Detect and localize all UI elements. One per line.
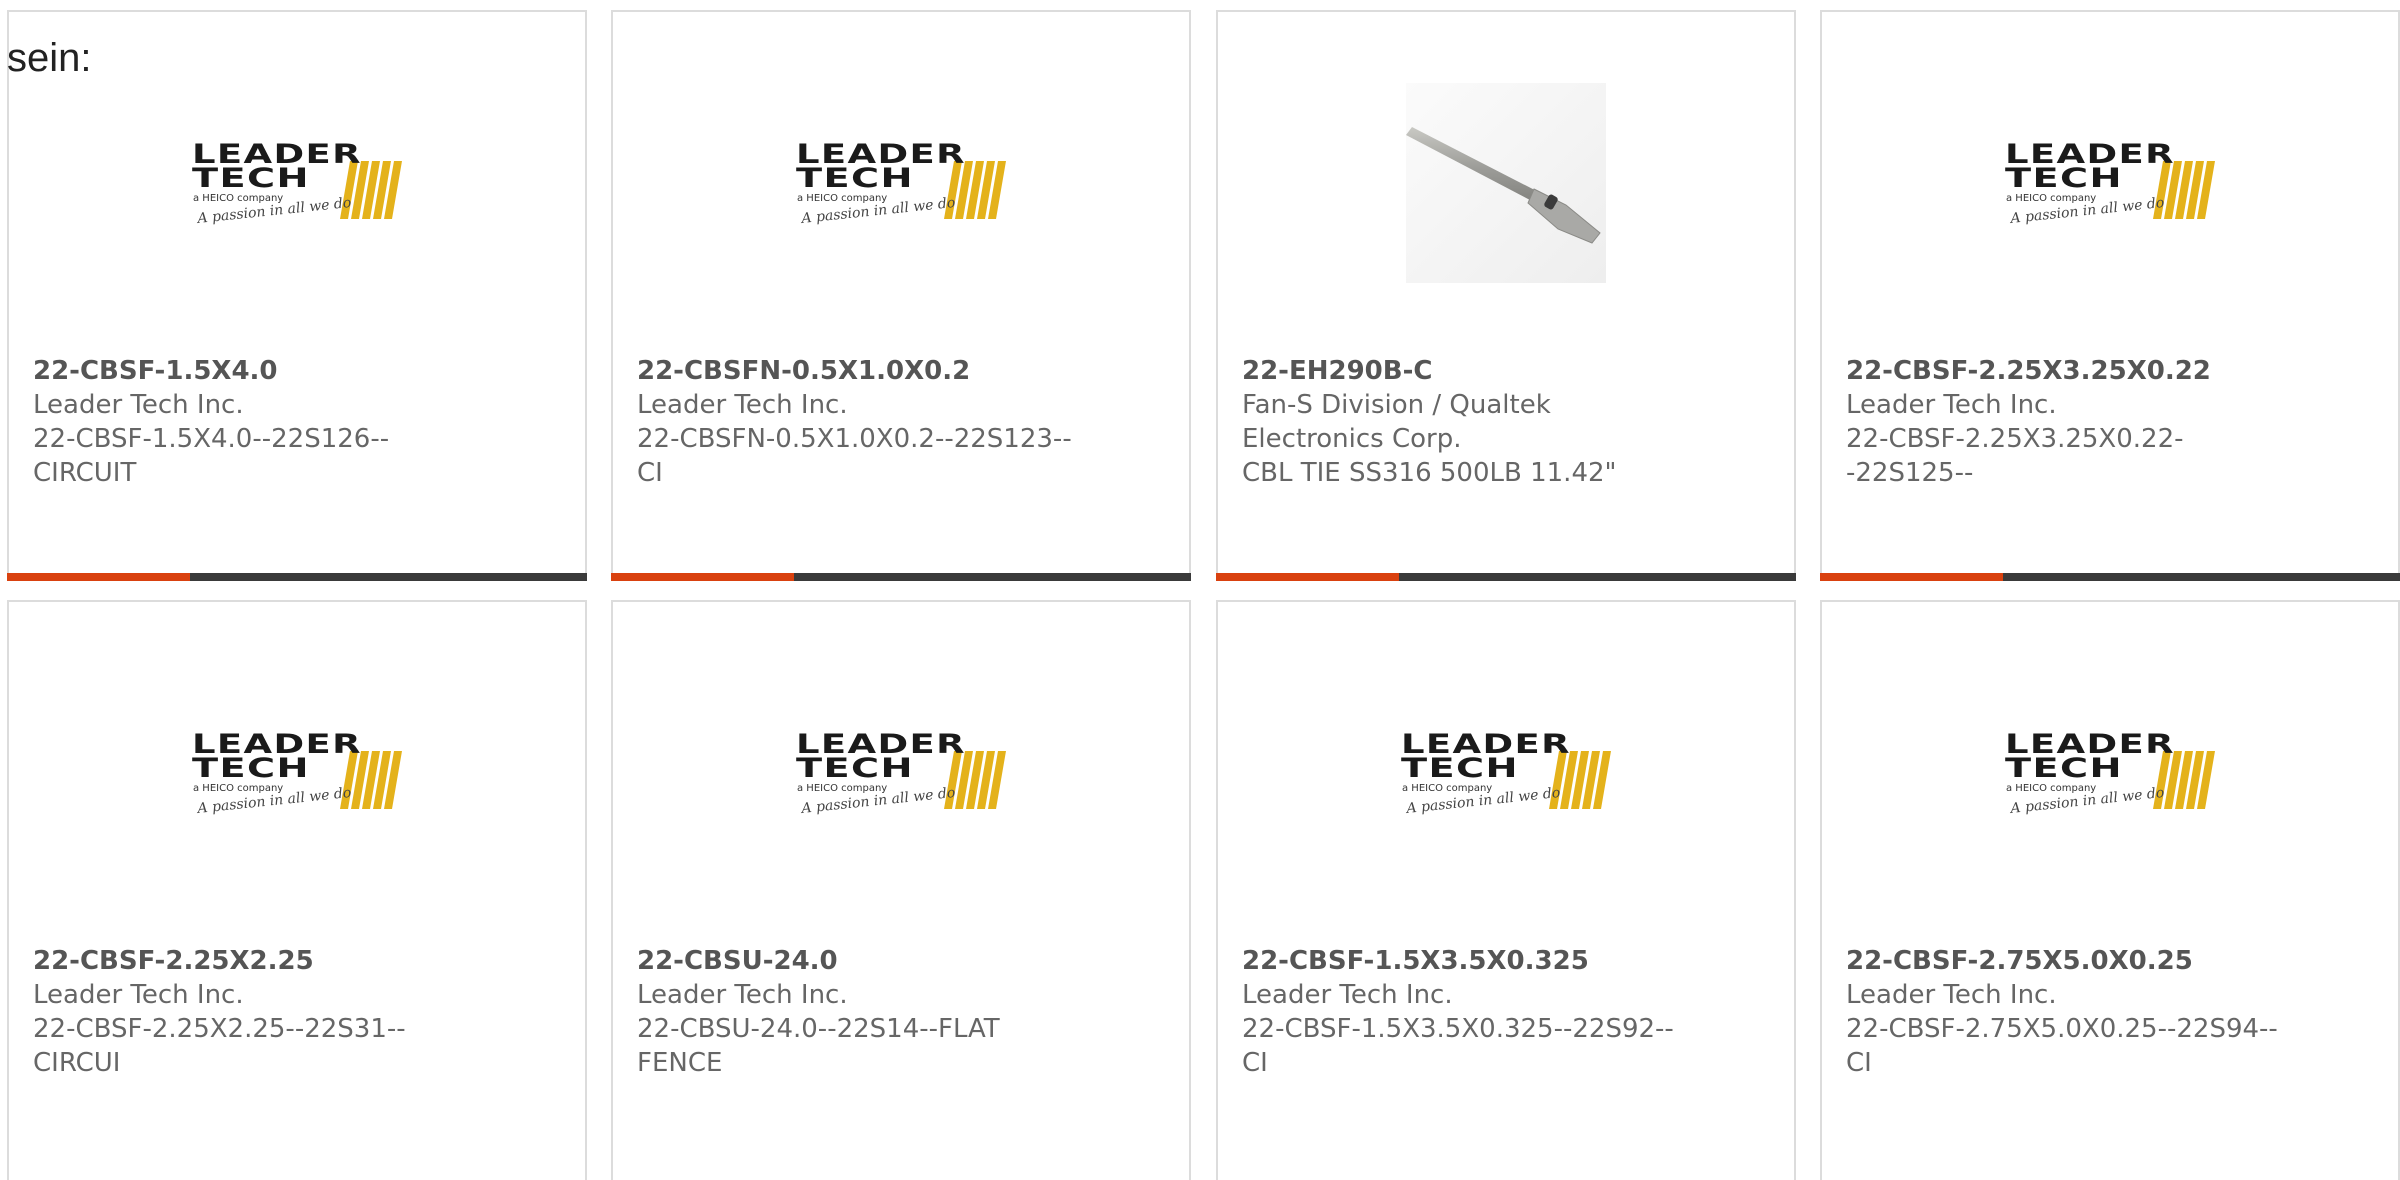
product-image: LEADER TECH a HEICO company A passion in al… bbox=[192, 674, 402, 884]
description: 22-CBSU-24.0--22S14--FLAT FENCE bbox=[637, 1014, 1000, 1078]
part-number[interactable]: 22-CBSF-1.5X3.5X0.325 bbox=[1242, 944, 1682, 978]
product-grid: LEADER TECH a HEICO company A passion in al… bbox=[0, 0, 2400, 1180]
part-number[interactable]: 22-CBSFN-0.5X1.0X0.2 bbox=[637, 354, 1077, 388]
accent-bar bbox=[7, 573, 190, 581]
svg-text:TECH: TECH bbox=[192, 753, 310, 784]
leader-tech-logo: LEADER TECH a HEICO company A passion in al… bbox=[2005, 139, 2215, 239]
product-card[interactable]: LEADER TECH a HEICO company A passion in al… bbox=[611, 600, 1191, 1180]
part-number[interactable]: 22-CBSF-2.25X3.25X0.22 bbox=[1846, 354, 2286, 388]
manufacturer: Leader Tech Inc. bbox=[1846, 390, 2057, 420]
product-card[interactable]: LEADER TECH a HEICO company A passion in al… bbox=[611, 10, 1191, 581]
svg-text:TECH: TECH bbox=[2005, 163, 2123, 194]
accent-bar bbox=[1216, 573, 1399, 581]
part-number[interactable]: 22-CBSF-2.75X5.0X0.25 bbox=[1846, 944, 2286, 978]
manufacturer: Leader Tech Inc. bbox=[33, 980, 244, 1010]
manufacturer: Leader Tech Inc. bbox=[33, 390, 244, 420]
product-image: LEADER TECH a HEICO company A passion in al… bbox=[2005, 674, 2215, 884]
product-image: LEADER TECH a HEICO company A passion in al… bbox=[192, 84, 402, 294]
description: 22-CBSF-1.5X4.0--22S126--CIRCUIT bbox=[33, 424, 390, 488]
svg-text:TECH: TECH bbox=[192, 163, 310, 194]
manufacturer: Leader Tech Inc. bbox=[637, 390, 848, 420]
svg-text:TECH: TECH bbox=[796, 163, 914, 194]
leader-tech-logo: LEADER TECH a HEICO company A passion in al… bbox=[192, 729, 402, 829]
svg-text:a HEICO company: a HEICO company bbox=[1402, 783, 1492, 794]
part-number[interactable]: 22-CBSF-2.25X2.25 bbox=[33, 944, 473, 978]
description: CBL TIE SS316 500LB 11.42" bbox=[1242, 458, 1617, 488]
part-number[interactable]: 22-EH290B-C bbox=[1242, 354, 1682, 388]
part-number[interactable]: 22-CBSU-24.0 bbox=[637, 944, 1077, 978]
section-heading: sein: bbox=[7, 36, 92, 80]
svg-text:a HEICO company: a HEICO company bbox=[797, 193, 887, 204]
svg-text:a HEICO company: a HEICO company bbox=[2006, 783, 2096, 794]
description: 22-CBSF-2.25X2.25--22S31--CIRCUI bbox=[33, 1014, 406, 1078]
svg-text:a HEICO company: a HEICO company bbox=[193, 193, 283, 204]
product-card[interactable]: LEADER TECH a HEICO company A passion in al… bbox=[1820, 10, 2400, 581]
product-card[interactable]: LEADER TECH a HEICO company A passion in al… bbox=[7, 10, 587, 581]
manufacturer: Leader Tech Inc. bbox=[1242, 980, 1453, 1010]
svg-text:TECH: TECH bbox=[1401, 753, 1519, 784]
product-image: LEADER TECH a HEICO company A passion in al… bbox=[2005, 84, 2215, 294]
svg-text:TECH: TECH bbox=[2005, 753, 2123, 784]
product-card[interactable]: 22-EH290B-C Fan-S Division / Qualtek Ele… bbox=[1216, 10, 1796, 581]
manufacturer: Fan-S Division / Qualtek Electronics Cor… bbox=[1242, 390, 1551, 454]
card-footer-bar bbox=[1216, 573, 1796, 581]
accent-bar bbox=[611, 573, 794, 581]
card-footer-bar bbox=[1820, 573, 2400, 581]
leader-tech-logo: LEADER TECH a HEICO company A passion in al… bbox=[1401, 729, 1611, 829]
part-number[interactable]: 22-CBSF-1.5X4.0 bbox=[33, 354, 473, 388]
product-image: LEADER TECH a HEICO company A passion in al… bbox=[796, 674, 1006, 884]
card-footer-bar bbox=[7, 573, 587, 581]
leader-tech-logo: LEADER TECH a HEICO company A passion in al… bbox=[2005, 729, 2215, 829]
description: 22-CBSF-2.25X3.25X0.22--22S125-- bbox=[1846, 424, 2184, 488]
leader-tech-logo: LEADER TECH a HEICO company A passion in al… bbox=[796, 729, 1006, 829]
product-image: LEADER TECH a HEICO company A passion in al… bbox=[796, 84, 1006, 294]
leader-tech-logo: LEADER TECH a HEICO company A passion in al… bbox=[192, 139, 402, 239]
description: 22-CBSFN-0.5X1.0X0.2--22S123--CI bbox=[637, 424, 1072, 488]
manufacturer: Leader Tech Inc. bbox=[1846, 980, 2057, 1010]
leader-tech-logo: LEADER TECH a HEICO company A passion in al… bbox=[796, 139, 1006, 239]
accent-bar bbox=[1820, 573, 2003, 581]
svg-text:a HEICO company: a HEICO company bbox=[797, 783, 887, 794]
manufacturer: Leader Tech Inc. bbox=[637, 980, 848, 1010]
product-image bbox=[1401, 78, 1611, 288]
card-footer-bar bbox=[611, 573, 1191, 581]
product-card[interactable]: LEADER TECH a HEICO company A passion in al… bbox=[1820, 600, 2400, 1180]
svg-text:a HEICO company: a HEICO company bbox=[193, 783, 283, 794]
svg-text:a HEICO company: a HEICO company bbox=[2006, 193, 2096, 204]
cable-tie-photo bbox=[1406, 83, 1606, 283]
description: 22-CBSF-1.5X3.5X0.325--22S92--CI bbox=[1242, 1014, 1674, 1078]
svg-text:TECH: TECH bbox=[796, 753, 914, 784]
product-card[interactable]: LEADER TECH a HEICO company A passion in al… bbox=[7, 600, 587, 1180]
description: 22-CBSF-2.75X5.0X0.25--22S94--CI bbox=[1846, 1014, 2278, 1078]
product-image: LEADER TECH a HEICO company A passion in al… bbox=[1401, 674, 1611, 884]
product-card[interactable]: LEADER TECH a HEICO company A passion in al… bbox=[1216, 600, 1796, 1180]
